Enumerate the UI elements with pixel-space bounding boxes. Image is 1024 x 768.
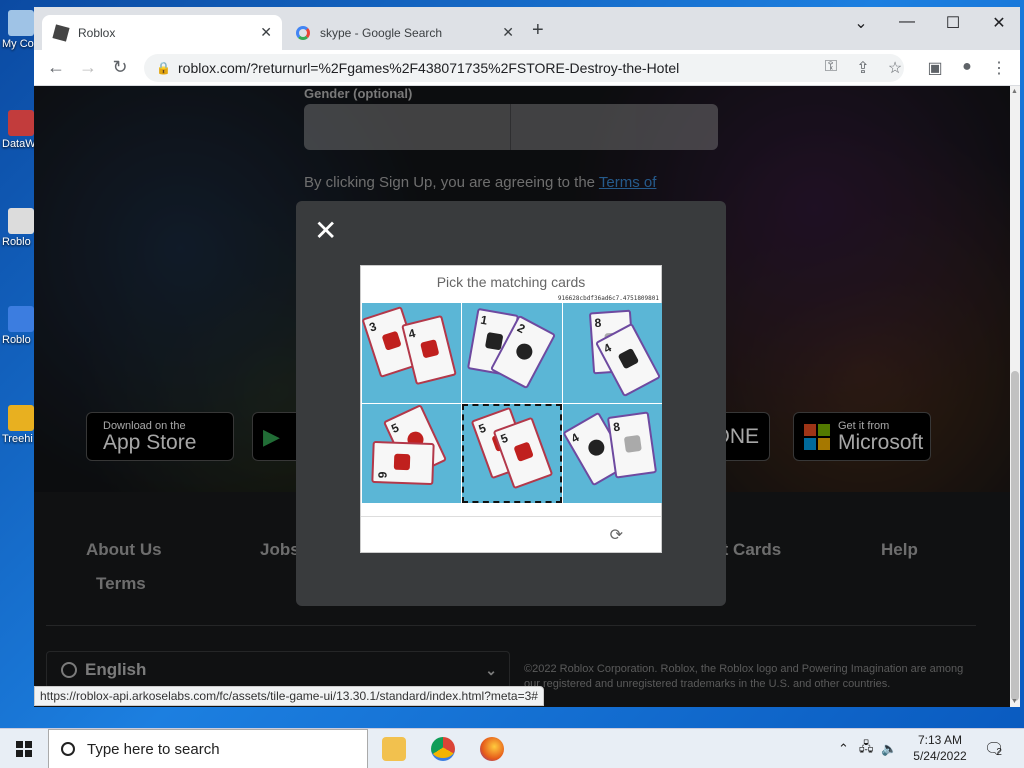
treehouse-icon [8,405,34,431]
desktop-icon-my-computer[interactable]: My Co [2,10,36,50]
tab-google-search[interactable]: skype - Google Search ✕ [284,15,524,50]
roblox-studio-icon [8,306,34,332]
desktop-icon-dataw[interactable]: DataW [2,110,36,150]
windows-start-icon[interactable] [16,741,32,757]
scroll-down-icon[interactable]: ▼ [1011,698,1018,705]
forward-button[interactable]: → [76,57,100,78]
tab-search-chevron-icon[interactable]: ⌄ [846,13,876,33]
chevron-up-icon[interactable]: ⌃ [838,741,849,757]
desktop-icon-roblox-2[interactable]: Roblo [2,306,36,346]
captcha-modal: ✕ Pick the matching cards 916628cbdf36ad… [296,201,726,606]
file-explorer-icon[interactable] [382,737,406,761]
captcha-tile-2[interactable]: 1 2 [462,303,562,403]
captcha-tile-6[interactable]: 4 8 [562,403,662,503]
playing-card: 8 [606,410,657,479]
close-tab-icon[interactable]: ✕ [260,24,272,41]
captcha-frame: Pick the matching cards 916628cbdf36ad6c… [360,265,662,553]
lock-icon: 🔒 [156,61,171,75]
bookmark-star-icon[interactable]: ☆ [884,58,906,78]
desktop-icon-roblox-1[interactable]: Roblo [2,208,36,248]
google-favicon-icon [296,25,310,40]
modal-overlay: ✕ Pick the matching cards 916628cbdf36ad… [34,86,1010,707]
share-icon[interactable]: ⇪ [852,58,874,78]
captcha-footer: ⟳ [361,516,661,552]
captcha-tile-1[interactable]: 3 4 [362,303,462,403]
menu-kebab-icon[interactable]: ⋮ [988,58,1010,78]
new-tab-button[interactable]: + [532,19,544,42]
network-icon[interactable]: 🖧 [859,738,874,760]
scrollbar-thumb[interactable] [1011,371,1019,701]
firefox-icon[interactable] [480,737,504,761]
back-button[interactable]: ← [44,57,68,78]
close-window-button[interactable]: ✕ [984,13,1014,33]
captcha-tile-3[interactable]: 8 4 [562,303,662,403]
system-tray: ⌃ 🖧 🔈 [838,729,898,768]
taskbar: Type here to search ⌃ 🖧 🔈 7:13 AM 5/24/2… [0,728,1024,768]
reload-button[interactable]: ↻ [108,57,132,78]
roblox-icon [8,208,34,234]
tab-roblox[interactable]: Roblox ✕ [42,15,282,50]
captcha-grid: 3 4 1 2 8 4 5 9 5 5 4 8 [362,303,662,503]
captcha-title: Pick the matching cards [436,274,586,290]
side-panel-icon[interactable]: ▣ [924,58,946,78]
status-bar-url: https://roblox-api.arkoselabs.com/fc/ass… [34,686,544,706]
page-scrollbar[interactable]: ▲ ▼ [1010,86,1020,707]
volume-icon[interactable]: 🔈 [881,741,897,757]
address-bar[interactable]: 🔒 roblox.com/?returnurl=%2Fgames%2F43807… [144,54,904,82]
key-icon[interactable]: ⚿ [820,58,842,76]
chrome-icon[interactable] [431,737,455,761]
playing-card: 5 [492,416,554,489]
captcha-tile-4[interactable]: 5 9 [362,403,462,503]
app-icon [8,110,34,136]
captcha-hash: 916628cbdf36ad6c7.4751809801 [557,295,659,302]
playing-card: 9 [371,440,435,485]
profile-avatar-icon[interactable]: ● [956,58,978,76]
scroll-up-icon[interactable]: ▲ [1011,88,1018,95]
search-icon [61,742,75,756]
taskbar-search-input[interactable]: Type here to search [48,729,368,768]
browser-window: Roblox ✕ skype - Google Search ✕ + ⌄ — ☐… [34,7,1020,707]
computer-icon [8,10,34,36]
minimize-button[interactable]: — [892,13,922,31]
clock[interactable]: 7:13 AM 5/24/2022 [905,732,975,764]
close-icon[interactable]: ✕ [314,217,337,245]
notifications-button[interactable]: 🗨 2 [984,729,1004,768]
tab-strip: Roblox ✕ skype - Google Search ✕ + ⌄ — ☐… [34,7,1020,50]
playing-card: 4 [401,314,457,386]
desktop-icon-treehouse[interactable]: Treehi [2,405,36,445]
refresh-icon[interactable]: ⟳ [610,525,623,545]
captcha-tile-5-selected[interactable]: 5 5 [462,403,562,503]
close-tab-icon[interactable]: ✕ [502,24,514,41]
roblox-favicon-icon [52,23,70,42]
browser-toolbar: ← → ↻ 🔒 roblox.com/?returnurl=%2Fgames%2… [34,50,1020,86]
maximize-button[interactable]: ☐ [938,13,968,33]
